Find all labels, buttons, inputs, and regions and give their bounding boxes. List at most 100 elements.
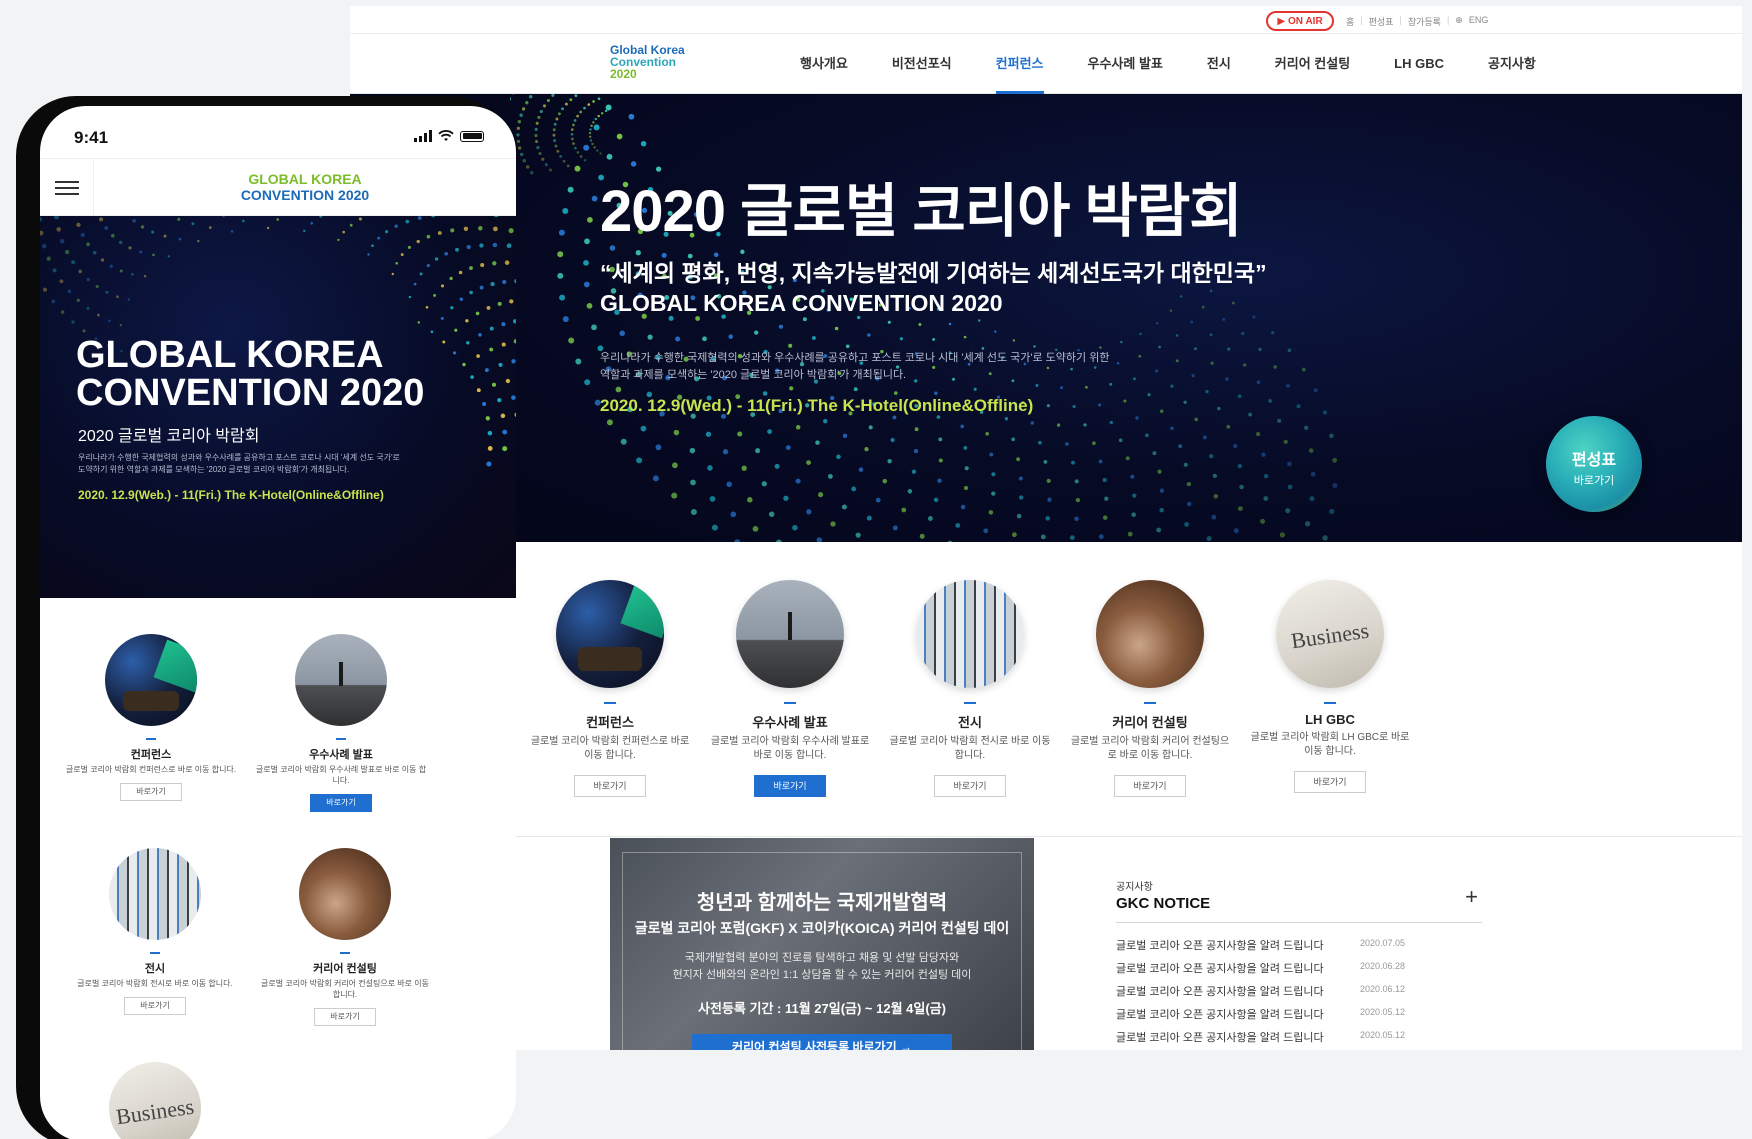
- m-card-career: 커리어 컨설팅 글로벌 코리아 박람회 커리어 컨설팅으로 바로 이동 합니다.…: [250, 848, 440, 1026]
- notice-label: 공지사항: [1116, 882, 1153, 893]
- decor-dot: [551, 94, 555, 97]
- decor-dot: [567, 186, 574, 193]
- plus-icon[interactable]: +: [1465, 884, 1478, 910]
- decor-dot: [1287, 348, 1292, 353]
- nav-item-lh-gbc[interactable]: LH GBC: [1372, 34, 1466, 94]
- decor-dot: [1329, 433, 1334, 439]
- decor-dot: [444, 252, 449, 256]
- hamburger-icon[interactable]: [40, 159, 94, 217]
- nav-item-career[interactable]: 커리어 컨설팅: [1253, 34, 1372, 94]
- card-exhibition-button[interactable]: 바로가기: [934, 775, 1006, 797]
- decor-dot: [310, 221, 314, 225]
- decor-dot: [707, 465, 713, 471]
- decor-dot: [521, 107, 526, 111]
- promo-subtitle: 글로벌 코리아 포럼(GKF) X 코이카(KOICA) 커리어 컨설팅 데이: [634, 920, 1010, 936]
- decor-dot: [1322, 410, 1328, 415]
- decor-dot: [1209, 333, 1213, 337]
- notice-item[interactable]: 글로벌 코리아 오픈 공지사항을 알려 드립니다 2020.05.12: [1116, 1029, 1482, 1050]
- hero-description: 우리나라가 수행한 국제협력의 성과와 우수사례를 공유하고 포스트 코로나 시…: [600, 352, 1110, 381]
- decor-dot: [440, 316, 444, 320]
- m-card-best-practice-button[interactable]: 바로가기: [310, 794, 372, 812]
- decor-dot: [1011, 437, 1015, 442]
- conference-image: [556, 580, 664, 688]
- card-exhibition: 전시 글로벌 코리아 박람회 전시로 바로 이동 합니다. 바로가기: [880, 580, 1060, 797]
- decor-dot: [918, 323, 922, 326]
- decor-dot: [988, 510, 994, 515]
- site-logo[interactable]: Global Korea Convention 2020: [610, 44, 685, 80]
- decor-dot: [1237, 394, 1242, 399]
- decor-dot: [1016, 457, 1021, 462]
- decor-dot: [866, 515, 872, 521]
- decor-dot: [845, 344, 850, 349]
- decor-dot: [1256, 380, 1261, 385]
- card-lh-gbc-button[interactable]: 바로가기: [1294, 771, 1366, 793]
- decor-dot: [1301, 367, 1306, 372]
- notice-item[interactable]: 글로벌 코리아 오픈 공지사항을 알려 드립니다 2020.06.28: [1116, 960, 1482, 983]
- decor-dot: [606, 419, 613, 426]
- decor-dot: [522, 159, 526, 163]
- decor-dot: [1273, 365, 1277, 369]
- decor-dot: [806, 460, 811, 465]
- notice-item[interactable]: 글로벌 코리아 오픈 공지사항을 알려 드립니다 2020.06.12: [1116, 983, 1482, 1006]
- nav-item-exhibition[interactable]: 전시: [1185, 34, 1253, 94]
- decor-dot: [1231, 301, 1235, 305]
- decor-dot: [562, 316, 569, 323]
- decor-dot: [475, 311, 480, 316]
- mobile-logo[interactable]: GLOBAL KOREA CONVENTION 2020: [94, 171, 516, 203]
- decor-dot: [1145, 433, 1149, 438]
- decor-dot: [1175, 334, 1179, 337]
- nav-item-best-practice[interactable]: 우수사례 발표: [1066, 34, 1185, 94]
- decor-dot: [887, 320, 891, 324]
- m-card-conference-button[interactable]: 바로가기: [120, 783, 182, 801]
- notice-item[interactable]: 글로벌 코리아 오픈 공지사항을 알려 드립니다 2020.07.05: [1116, 937, 1482, 960]
- decor-dot: [583, 281, 590, 288]
- card-conference-button[interactable]: 바로가기: [574, 775, 646, 797]
- nav-menu: 행사개요 비전선포식 컨퍼런스 우수사례 발표 전시 커리어 컨설팅 LH GB…: [778, 34, 1558, 94]
- m-card-career-button[interactable]: 바로가기: [314, 1008, 376, 1026]
- decor-dot: [466, 341, 470, 345]
- decor-dot: [111, 233, 115, 238]
- decor-dot: [559, 154, 563, 158]
- decor-dot: [1030, 421, 1034, 425]
- decor-dot: [991, 491, 996, 496]
- decor-dot: [139, 250, 143, 254]
- decor-dot: [1135, 416, 1139, 420]
- promo-register-button[interactable]: 커리어 컨설팅 사전등록 바로가기 →: [692, 1034, 952, 1050]
- m-card-exhibition-button[interactable]: 바로가기: [124, 997, 186, 1015]
- decor-dot: [485, 416, 490, 421]
- decor-dot: [1170, 426, 1174, 431]
- decor-dot: [539, 109, 543, 114]
- decor-dot: [1133, 377, 1136, 381]
- card-best-practice-button[interactable]: 바로가기: [754, 775, 826, 797]
- util-link-register[interactable]: 참가등록: [1408, 15, 1441, 28]
- nav-item-notice[interactable]: 공지사항: [1466, 34, 1558, 94]
- decor-dot: [516, 126, 520, 130]
- decor-dot: [548, 168, 552, 172]
- decor-dot: [484, 368, 489, 373]
- schedule-badge-button[interactable]: 편성표 바로가기: [1546, 416, 1642, 512]
- decor-dot: [741, 465, 747, 471]
- decor-dot: [795, 425, 801, 430]
- card-career-button[interactable]: 바로가기: [1114, 775, 1186, 797]
- util-link-schedule[interactable]: 편성표: [1369, 15, 1394, 28]
- decor-dot: [1233, 443, 1238, 449]
- util-link-home[interactable]: 홈: [1346, 15, 1354, 28]
- promo-period: 사전등록 기간 : 11월 27일(금) ~ 12월 4일(금): [698, 1001, 946, 1016]
- utility-links: 홈 | 편성표 | 참가등록 | ⊕ ENG: [1346, 15, 1489, 28]
- decor-dot: [589, 139, 593, 142]
- decor-dot: [222, 216, 225, 217]
- decor-dot: [1138, 354, 1142, 358]
- decor-dot: [419, 272, 423, 276]
- decor-dot: [913, 449, 919, 454]
- on-air-button[interactable]: ▶ ON AIR: [1266, 11, 1334, 31]
- decor-dot: [1104, 496, 1109, 501]
- decor-dot: [116, 295, 119, 299]
- nav-item-vision[interactable]: 비전선포식: [870, 34, 974, 94]
- nav-item-conference[interactable]: 컨퍼런스: [974, 34, 1066, 94]
- card-lh-gbc: Business LH GBC 글로벌 코리아 박람회 LH GBC로 바로 이…: [1240, 580, 1420, 797]
- nav-item-overview[interactable]: 행사개요: [778, 34, 870, 94]
- util-link-eng[interactable]: ENG: [1469, 15, 1489, 28]
- decor-dot: [131, 273, 134, 276]
- notice-item[interactable]: 글로벌 코리아 오픈 공지사항을 알려 드립니다 2020.05.12: [1116, 1006, 1482, 1029]
- decor-dot: [1243, 363, 1247, 367]
